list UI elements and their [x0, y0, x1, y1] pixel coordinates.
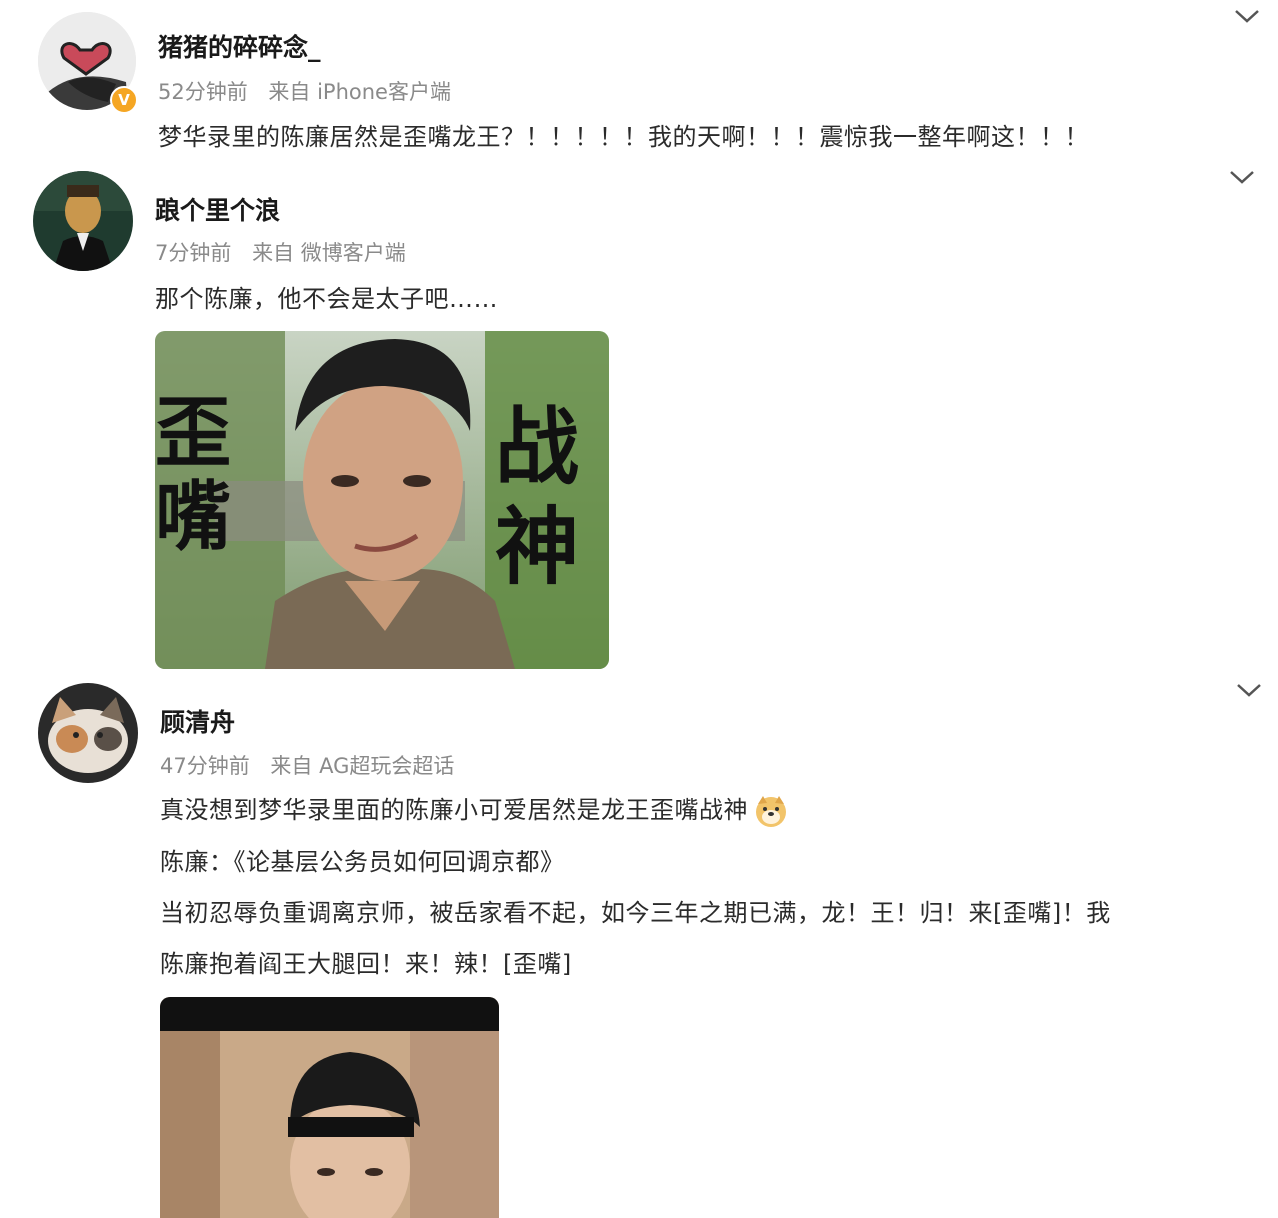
drama-still-photo — [160, 997, 499, 1218]
post-text: 梦华录里的陈廉居然是歪嘴龙王？！！！！！我的天啊！！！震惊我一整年啊这！！！ — [158, 123, 1089, 151]
username[interactable]: 猪猪的碎碎念_ — [158, 28, 321, 64]
post-time: 47分钟前 — [160, 754, 250, 778]
chevron-down-icon[interactable] — [1227, 167, 1257, 187]
post-source[interactable]: 来自 AG超玩会超话 — [270, 754, 454, 778]
post-text: 陈廉：《论基层公务员如何回调京都》 — [160, 848, 565, 876]
post-meta: 7分钟前 来自 微博客户端 — [155, 237, 406, 267]
username[interactable]: 踉个里个浪 — [155, 191, 280, 227]
chevron-down-icon[interactable] — [1232, 6, 1262, 26]
post-text: 真没想到梦华录里面的陈廉小可爱居然是龙王歪嘴战神 — [160, 796, 748, 824]
avatar-image — [38, 683, 138, 783]
username[interactable]: 顾清舟 — [160, 703, 235, 739]
post-text: 陈廉抱着阎王大腿回！来！辣！[歪嘴] — [160, 950, 572, 978]
post-meta: 47分钟前 来自 AG超玩会超话 — [160, 750, 454, 780]
chevron-down-icon[interactable] — [1234, 680, 1264, 700]
post-text-line-1: 真没想到梦华录里面的陈廉小可爱居然是龙王歪嘴战神 — [160, 790, 788, 828]
post-source[interactable]: 来自 微博客户端 — [252, 241, 406, 265]
post-source[interactable]: 来自 iPhone客户端 — [268, 80, 451, 104]
post-text: 那个陈廉，他不会是太子吧…… — [155, 285, 498, 313]
post-time: 52分钟前 — [158, 80, 248, 104]
verified-badge-icon: V — [110, 86, 138, 114]
post-1: V 猪猪的碎碎念_ 52分钟前 来自 iPhone客户端 梦华录里的陈廉居然是歪… — [0, 0, 1278, 165]
post-3: 顾清舟 47分钟前 来自 AG超玩会超话 真没想到梦华录里面的陈廉小可爱居然是龙… — [0, 680, 1278, 1218]
post-meta: 52分钟前 来自 iPhone客户端 — [158, 76, 451, 106]
image-caption-left: 歪嘴 — [155, 388, 231, 561]
post-image[interactable]: 歪嘴 战神 — [155, 331, 609, 669]
avatar-image — [33, 171, 133, 271]
doge-emoji-icon — [756, 796, 786, 827]
avatar[interactable] — [33, 171, 133, 271]
post-image[interactable] — [160, 997, 499, 1218]
post-time: 7分钟前 — [155, 241, 232, 265]
post-2: 踉个里个浪 7分钟前 来自 微博客户端 那个陈廉，他不会是太子吧…… 歪嘴 战神 — [0, 165, 1278, 675]
image-caption-right: 战神 — [495, 397, 580, 596]
post-text: 当初忍辱负重调离京师，被岳家看不起，如今三年之期已满，龙！王！归！来[歪嘴]！我 — [160, 899, 1111, 927]
avatar[interactable] — [38, 683, 138, 783]
